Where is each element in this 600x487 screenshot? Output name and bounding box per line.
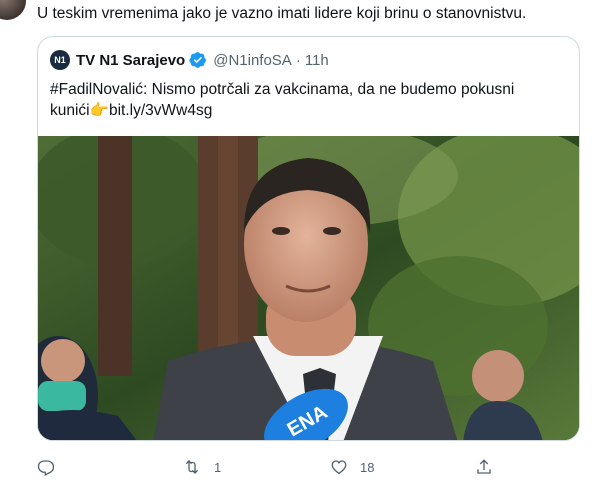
like-button[interactable]: 18 bbox=[330, 452, 374, 482]
share-icon bbox=[475, 458, 493, 476]
quoted-text-line-2: kunići👉bit.ly/3vWw4sg bbox=[50, 100, 565, 121]
quoted-text-word: kunići bbox=[50, 102, 90, 119]
quoted-tweet-time[interactable]: 11h bbox=[305, 52, 329, 69]
like-count: 18 bbox=[360, 459, 375, 475]
quoted-tweet-card[interactable]: N1 TV N1 Sarajevo @N1infoSA · 11h #Fadil… bbox=[37, 36, 580, 441]
quoted-tweet-text: #FadilNovalić: Nismo potrčali za vakcina… bbox=[50, 79, 565, 121]
quoted-account-handle[interactable]: @N1infoSA bbox=[213, 52, 292, 69]
quoted-account-name[interactable]: TV N1 Sarajevo bbox=[76, 52, 185, 69]
quoted-tweet-header: N1 TV N1 Sarajevo @N1infoSA · 11h bbox=[50, 49, 329, 71]
reply-button[interactable] bbox=[37, 452, 67, 482]
like-icon bbox=[330, 458, 348, 476]
retweet-count: 1 bbox=[214, 459, 222, 475]
user-avatar[interactable] bbox=[0, 0, 26, 20]
share-button[interactable] bbox=[475, 452, 493, 482]
retweet-icon bbox=[182, 458, 202, 476]
quoted-text-line-1: #FadilNovalić: Nismo potrčali za vakcina… bbox=[50, 81, 515, 98]
separator-dot: · bbox=[295, 51, 301, 69]
quoted-tweet-photo[interactable]: ENA bbox=[38, 136, 579, 440]
news-photo-image: ENA bbox=[38, 136, 579, 440]
quoted-account-avatar[interactable]: N1 bbox=[50, 50, 70, 70]
retweet-button[interactable]: 1 bbox=[182, 452, 221, 482]
tweet-text: U teskim vremenima jako je vazno imati l… bbox=[37, 5, 527, 22]
pointing-emoji: 👉 bbox=[89, 102, 109, 119]
reply-icon bbox=[37, 458, 55, 476]
tweet-action-bar: 1 18 bbox=[0, 452, 600, 482]
verified-badge-icon bbox=[189, 51, 207, 69]
quoted-tweet-link[interactable]: bit.ly/3vWw4sg bbox=[109, 102, 212, 119]
